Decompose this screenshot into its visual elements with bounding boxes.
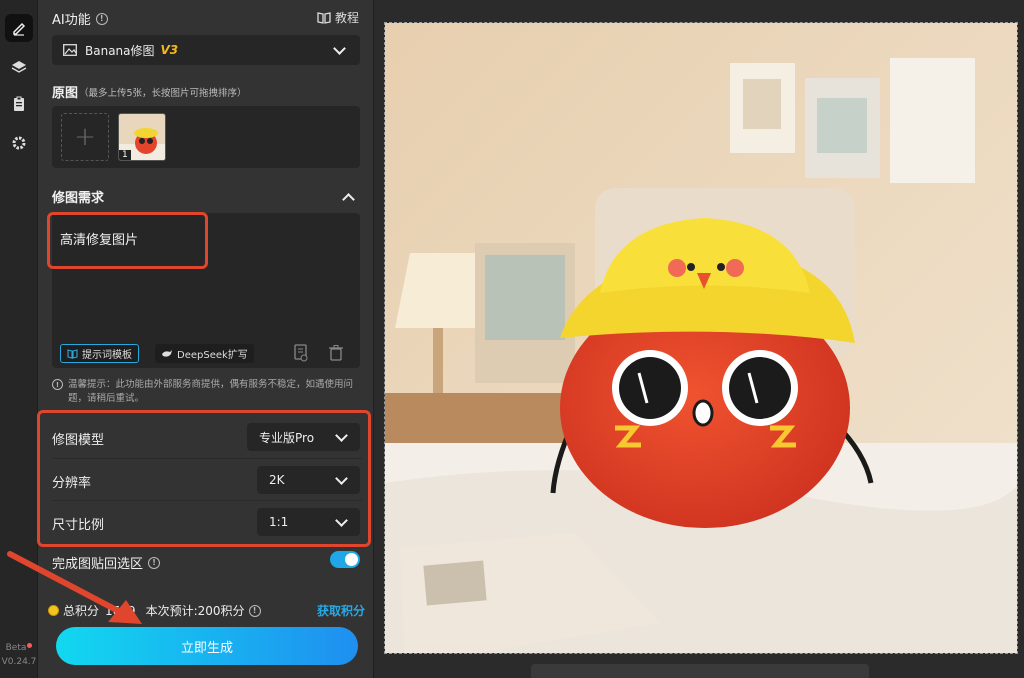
service-tip: ! 温馨提示：此功能由外部服务商提供，偶有服务不稳定，如遇使用问题，请稍后重试。 <box>52 378 362 406</box>
annotation-arrow <box>7 551 142 624</box>
book-icon <box>67 348 78 359</box>
chevron-up-icon[interactable] <box>342 193 355 206</box>
image-icon <box>63 44 77 56</box>
layers-icon[interactable] <box>5 53 33 81</box>
prompt-template-button[interactable]: 提示词模板 <box>60 344 139 363</box>
canvas-image[interactable] <box>384 22 1018 654</box>
whale-icon <box>162 349 172 357</box>
info-icon[interactable]: ! <box>95 12 108 25</box>
request-title: 修图需求 <box>52 191 105 206</box>
tutorial-link[interactable]: 教程 <box>317 9 359 26</box>
gear-icon[interactable] <box>5 129 33 157</box>
deepseek-expand-button[interactable]: DeepSeek扩写 <box>155 344 254 363</box>
beta-label: Beta <box>0 643 38 653</box>
image-thumbnail[interactable]: 1 <box>118 113 166 161</box>
add-image-button[interactable]: + <box>61 113 109 161</box>
generate-button[interactable]: 立即生成 <box>56 627 358 665</box>
info-icon[interactable]: ! <box>248 604 261 617</box>
trash-icon[interactable] <box>328 344 344 362</box>
highlight-settings <box>37 410 371 547</box>
info-icon: ! <box>52 379 63 390</box>
highlight-prompt <box>47 212 208 269</box>
thumbnail-index: 1 <box>119 150 131 160</box>
version-label: V0.24.7 <box>1 657 37 667</box>
book-icon <box>317 11 331 24</box>
ai-function-title: AI功能 ! <box>52 9 108 28</box>
document-icon[interactable] <box>293 344 309 362</box>
upload-area: + 1 <box>52 106 360 168</box>
chevron-down-icon <box>333 41 346 55</box>
clipboard-icon[interactable] <box>5 90 33 118</box>
canvas-bottom-toolbar <box>531 664 869 678</box>
paste-back-toggle[interactable] <box>330 551 360 568</box>
get-points-link[interactable]: 获取积分 <box>317 602 365 619</box>
original-title: 原图 （最多上传5张，长按图片可拖拽排序） <box>52 86 247 101</box>
edit-icon[interactable] <box>5 14 33 42</box>
plush-photo <box>385 23 1017 653</box>
model-select[interactable]: Banana修图 V3 <box>52 35 360 65</box>
